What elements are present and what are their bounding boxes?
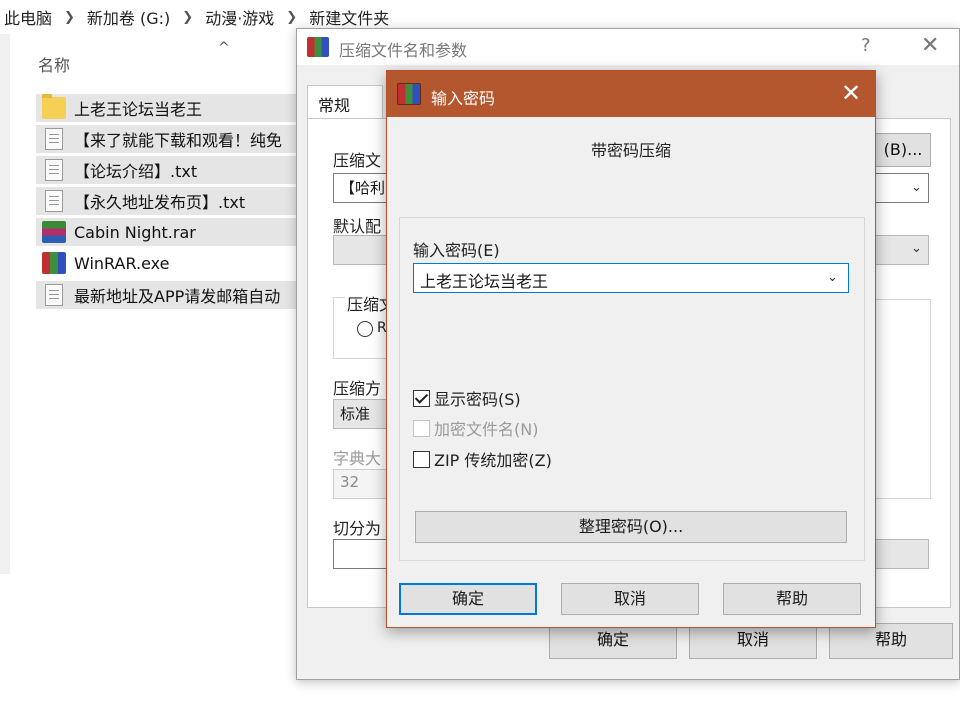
password-value: 上老王论坛当老王	[420, 272, 549, 291]
compression-method-label: 压缩方	[333, 379, 382, 398]
breadcrumb-item-this-pc[interactable]: 此电脑	[4, 5, 52, 29]
archive-name-value: 【哈利	[340, 179, 386, 197]
file-row-txt[interactable]: 【论坛介绍】.txt	[36, 156, 298, 184]
file-name: 【论坛介绍】.txt	[74, 162, 198, 181]
text-file-icon	[45, 159, 63, 181]
chevron-down-icon[interactable]: ⌄	[911, 241, 922, 256]
breadcrumb-item-current-folder[interactable]: 新建文件夹	[309, 5, 389, 29]
dialog-heading: 带密码压缩	[590, 141, 671, 160]
cancel-button[interactable]: 取消	[689, 623, 817, 659]
password-dialog: 输入密码 ✕ 带密码压缩 输入密码(E) 上老王论坛当老王 ⌄ 显示密码(S) …	[386, 70, 876, 628]
breadcrumb-item-drive[interactable]: 新加卷 (G:)	[87, 5, 170, 29]
breadcrumb-chevron-icon[interactable]: ❯	[286, 10, 297, 25]
split-volumes-input[interactable]	[333, 539, 389, 569]
help-icon[interactable]: ?	[861, 35, 871, 56]
encrypt-filenames-checkbox[interactable]	[413, 419, 430, 437]
sort-ascending-icon: ^	[218, 40, 230, 56]
navigation-pane-scrollbar[interactable]	[0, 34, 10, 574]
default-profile-label: 默认配	[333, 217, 382, 236]
text-file-icon	[45, 190, 63, 212]
file-name: WinRAR.exe	[74, 253, 170, 273]
ok-button[interactable]: 确定	[399, 583, 537, 615]
show-password-checkbox[interactable]	[413, 389, 430, 407]
password-label: 输入密码(E)	[413, 241, 500, 260]
file-name: 【永久地址发布页】.txt	[74, 193, 246, 212]
cancel-button[interactable]: 取消	[561, 583, 699, 615]
browse-button[interactable]: (B)...	[875, 133, 931, 167]
ok-button[interactable]: 确定	[549, 623, 677, 659]
file-name: 【来了就能下载和观看！纯免	[74, 131, 283, 150]
file-row-folder[interactable]: 上老王论坛当老王	[36, 94, 298, 122]
archive-name-label: 压缩文	[333, 151, 382, 170]
file-row-txt[interactable]: 最新地址及APP请发邮箱自动	[36, 281, 298, 309]
column-header-name[interactable]: 名称	[38, 52, 70, 76]
show-password-label: 显示密码(S)	[434, 390, 521, 409]
close-icon[interactable]: ✕	[921, 33, 939, 58]
password-input[interactable]: 上老王论坛当老王	[413, 263, 849, 293]
secondary-field[interactable]	[875, 539, 929, 569]
winrar-app-icon	[42, 252, 66, 274]
file-name: Cabin Night.rar	[74, 222, 196, 242]
breadcrumb-chevron-icon[interactable]: ❯	[182, 10, 193, 25]
file-name: 最新地址及APP请发邮箱自动	[74, 287, 281, 306]
split-volumes-label: 切分为	[333, 519, 382, 538]
dialog-title: 压缩文件名和参数	[339, 41, 468, 60]
help-button[interactable]: 帮助	[723, 583, 861, 615]
organize-passwords-button[interactable]: 整理密码(O)...	[415, 511, 847, 543]
encrypt-filenames-option[interactable]: 加密文件名(N)	[413, 417, 538, 439]
text-file-icon	[45, 128, 63, 150]
file-row-txt[interactable]: 【永久地址发布页】.txt	[36, 187, 298, 215]
text-file-icon	[45, 284, 63, 306]
folder-icon	[42, 94, 66, 119]
dialog-title: 输入密码	[431, 89, 496, 108]
breadcrumb-item-folder[interactable]: 动漫·游戏	[205, 5, 274, 29]
dictionary-size-label: 字典大	[333, 449, 382, 468]
close-icon[interactable]: ✕	[841, 79, 861, 107]
format-radio[interactable]	[357, 321, 373, 337]
file-name: 上老王论坛当老王	[74, 100, 203, 119]
winrar-icon	[397, 83, 421, 105]
dialog-titlebar[interactable]: 压缩文件名和参数 ? ✕	[297, 29, 959, 65]
breadcrumb-chevron-icon[interactable]: ❯	[64, 10, 75, 25]
encrypt-filenames-label: 加密文件名(N)	[434, 420, 539, 439]
zip-legacy-encryption-option[interactable]: ZIP 传统加密(Z)	[413, 448, 552, 470]
dictionary-size-value: 32	[340, 473, 360, 491]
rar-archive-icon	[42, 221, 66, 243]
zip-legacy-encryption-label: ZIP 传统加密(Z)	[434, 451, 552, 470]
winrar-icon	[307, 37, 329, 57]
dictionary-size-select[interactable]: 32	[333, 469, 389, 499]
zip-legacy-encryption-checkbox[interactable]	[413, 450, 430, 468]
file-row-rar[interactable]: Cabin Night.rar	[36, 218, 298, 246]
chevron-down-icon[interactable]: ⌄	[911, 180, 922, 195]
tab-general[interactable]: 常规	[307, 85, 383, 119]
file-row-txt[interactable]: 【来了就能下载和观看！纯免	[36, 125, 298, 153]
dialog-titlebar[interactable]: 输入密码 ✕	[387, 71, 875, 117]
file-row-exe[interactable]: WinRAR.exe	[36, 249, 298, 277]
show-password-option[interactable]: 显示密码(S)	[413, 387, 521, 409]
compression-method-select[interactable]: 标准	[333, 399, 389, 429]
help-button[interactable]: 帮助	[829, 623, 953, 659]
chevron-down-icon[interactable]: ⌄	[827, 270, 838, 285]
options-group	[875, 299, 931, 499]
compression-method-value: 标准	[340, 405, 371, 423]
